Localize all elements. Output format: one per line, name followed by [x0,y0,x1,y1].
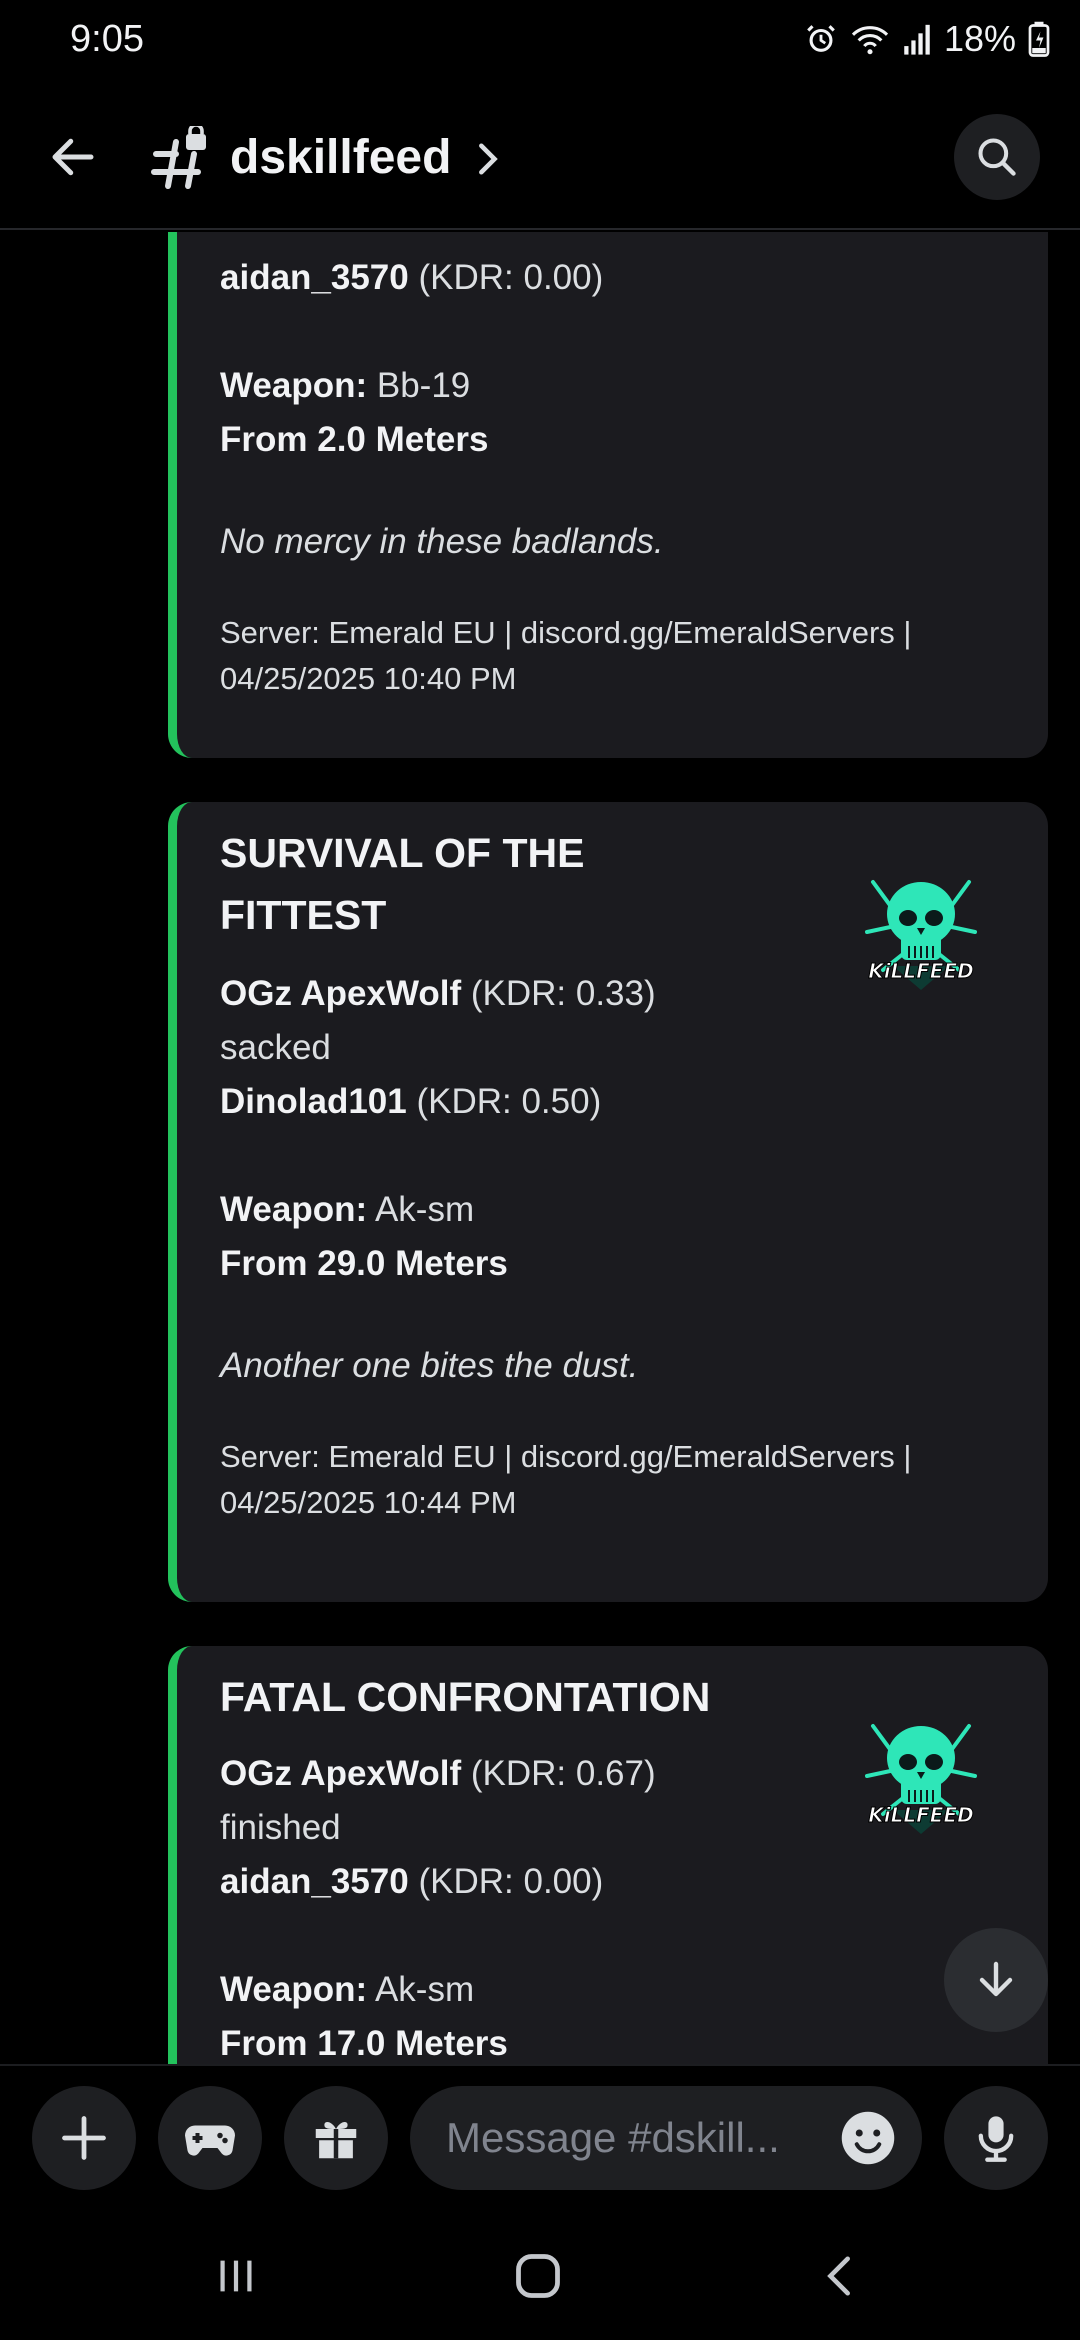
weapon-name: Ak-sm [374,1970,475,2009]
embed-footer: Server: Emerald EU | discord.gg/EmeraldS… [220,615,912,696]
system-back-button[interactable] [800,2244,880,2308]
jump-to-present-button[interactable] [944,1928,1048,2032]
embed-distance: From 2.0 Meters [220,418,488,462]
chevron-right-icon[interactable] [474,142,500,176]
attach-button[interactable] [32,2086,136,2190]
victim-name: Dinolad101 [220,1082,407,1121]
embed-weapon-line: Weapon: Bb-19 [220,364,470,408]
embed-footer: Server: Emerald EU | discord.gg/EmeraldS… [220,1439,912,1520]
search-button[interactable] [954,114,1040,200]
killer-kdr: (KDR: 0.67) [470,1754,656,1793]
embed-victim-line: aidan_3570 (KDR: 0.00) [220,256,603,300]
weapon-label: Weapon: [220,1190,368,1229]
home-icon [516,2254,560,2298]
victim-name: aidan_3570 [220,258,409,297]
kill-feed-embed: SURVIVAL OF THE FITTEST OGz ApexWolf (KD… [168,802,1048,1602]
embed-weapon-line: Weapon: Ak-sm [220,1188,474,1232]
embed-victim-line: aidan_3570 (KDR: 0.00) [220,1860,603,1904]
victim-kdr: (KDR: 0.00) [418,1862,604,1901]
kill-feed-embed: FATAL CONFRONTATION OGz ApexWolf (KDR: 0… [168,1646,1048,2064]
embed-victim-line: Dinolad101 (KDR: 0.50) [220,1080,601,1124]
killfeed-skull-thumbnail[interactable]: KiLLFEED [853,1706,989,1842]
message-list[interactable]: aidan_3570 (KDR: 0.00) Weapon: Bb-19 Fro… [0,232,1080,2064]
back-button[interactable] [38,122,108,192]
weapon-name: Bb-19 [376,366,471,405]
victim-kdr: (KDR: 0.50) [416,1082,602,1121]
embed-killer-line: OGz ApexWolf (KDR: 0.67) [220,1752,656,1796]
embed-verb: finished [220,1808,341,1847]
wifi-icon [851,26,889,55]
voice-message-button[interactable] [944,2086,1048,2190]
weapon-name: Ak-sm [374,1190,475,1229]
status-bar: 9:05 18% [0,0,1080,86]
embed-quote: No mercy in these badlands. [220,522,664,561]
weapon-label: Weapon: [220,366,368,405]
recent-apps-button[interactable] [196,2244,276,2308]
victim-kdr: (KDR: 0.00) [418,258,604,297]
arrow-down-icon [979,1961,1013,1997]
distance-text: From 29.0 Meters [220,1244,508,1283]
killfeed-skull-thumbnail[interactable]: KiLLFEED [853,862,989,998]
activities-button[interactable] [158,2086,262,2190]
embed-quote: Another one bites the dust. [220,1346,639,1385]
gamepad-icon [185,2125,235,2156]
killer-kdr: (KDR: 0.33) [470,974,656,1013]
distance-text: From 2.0 Meters [220,420,489,459]
embed-weapon-line: Weapon: Ak-sm [220,1968,474,2012]
distance-text: From 17.0 Meters [220,2024,508,2063]
gift-button[interactable] [284,2086,388,2190]
svg-text:KiLLFEED: KiLLFEED [868,959,973,983]
kill-feed-embed: aidan_3570 (KDR: 0.00) Weapon: Bb-19 Fro… [168,232,1048,758]
victim-name: aidan_3570 [220,1862,409,1901]
weapon-label: Weapon: [220,1970,368,2009]
alarm-icon [807,25,835,52]
embed-title: FATAL CONFRONTATION [220,1674,711,1720]
channel-header: dskillfeed [0,86,1080,230]
embed-verb: sacked [220,1028,331,1067]
arrow-left-icon [52,138,94,176]
embed-killer-line: OGz ApexWolf (KDR: 0.33) [220,972,656,1016]
channel-name[interactable]: dskillfeed [230,130,451,185]
embed-distance: From 29.0 Meters [220,1242,508,1286]
emoji-icon[interactable] [838,2108,898,2168]
battery-percent: 18% [943,18,1016,59]
message-placeholder: Message #dskill... [446,2114,780,2161]
microphone-icon [978,2116,1014,2162]
plus-icon [62,2116,106,2160]
killer-name: OGz ApexWolf [220,1754,462,1793]
signal-icon [904,24,930,55]
chevron-left-icon [827,2256,850,2296]
system-navigation-bar [0,2214,1080,2340]
killer-name: OGz ApexWolf [220,974,462,1013]
recent-apps-icon [220,2260,252,2292]
svg-text:KiLLFEED: KiLLFEED [868,1803,973,1827]
battery-charging-icon [1028,21,1050,57]
status-icons: 18% [804,18,1050,60]
message-input[interactable]: Message #dskill... [410,2086,922,2190]
search-icon [978,138,1016,176]
embed-distance: From 17.0 Meters [220,2022,508,2064]
embed-title: SURVIVAL OF THE FITTEST [220,830,585,938]
gift-icon [315,2121,357,2159]
home-button[interactable] [498,2244,578,2308]
status-time: 9:05 [70,18,144,60]
locked-channel-hash-icon [151,126,206,189]
